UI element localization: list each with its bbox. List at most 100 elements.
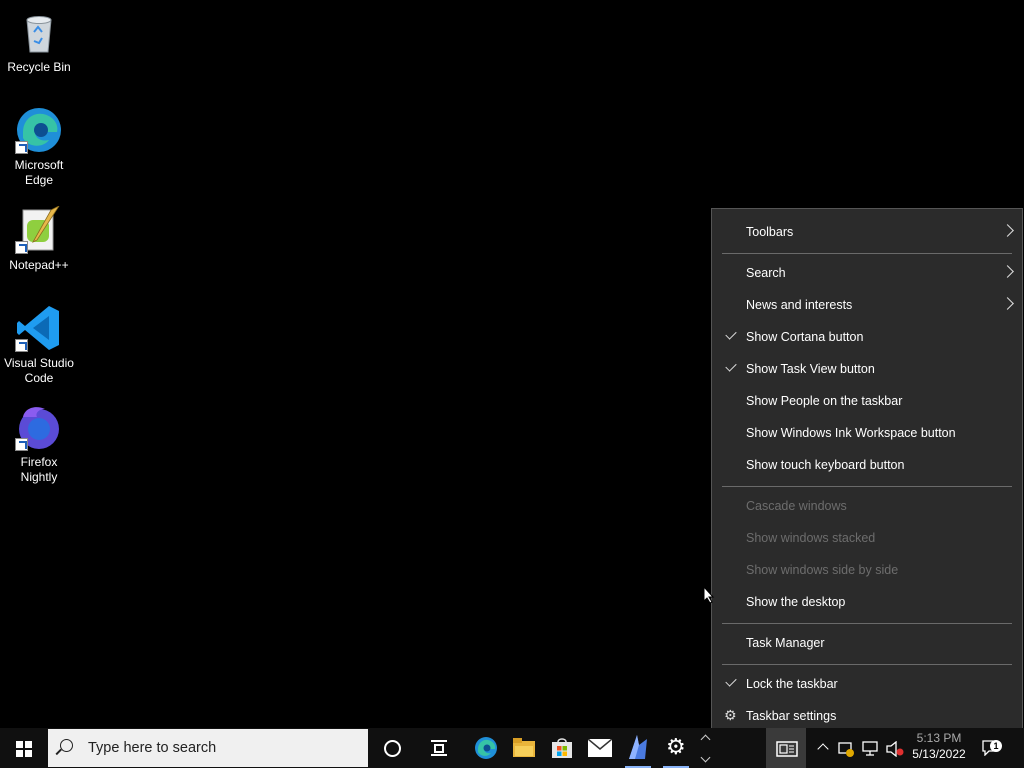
- windows-logo-icon: [16, 741, 32, 757]
- menu-item-show-windows-stacked: Show windows stacked: [712, 523, 1022, 555]
- network-icon: [862, 741, 878, 756]
- desktop-icon-label: Notepad++: [9, 258, 69, 272]
- chevron-up-icon: [817, 743, 829, 755]
- desktop-icon-label: Nightly: [20, 470, 58, 484]
- notepad-plus-plus-icon: [15, 204, 63, 254]
- menu-item-label: Show windows stacked: [746, 531, 876, 545]
- menu-item-label: Show the desktop: [746, 595, 846, 609]
- desktop-icon-visual-studio-code[interactable]: Visual Studio Code: [2, 304, 76, 386]
- menu-item-show-cortana-button[interactable]: Show Cortana button: [712, 322, 1022, 354]
- recycle-bin-icon: [15, 8, 63, 56]
- checkmark-icon: [725, 675, 737, 687]
- settings-icon: ⚙: [666, 734, 686, 759]
- news-icon: [776, 741, 798, 757]
- search-icon: [60, 739, 73, 752]
- desktop-icon-label: Firefox: [20, 455, 58, 469]
- notification-count-badge: 1: [990, 740, 1002, 752]
- menu-item-show-the-desktop[interactable]: Show the desktop: [712, 587, 1022, 619]
- menu-separator: [722, 623, 1012, 624]
- desktop-icon-label: Microsoft: [14, 158, 64, 172]
- menu-item-label: Taskbar settings: [746, 709, 837, 723]
- checkmark-icon: [725, 360, 737, 372]
- menu-item-show-touch-keyboard[interactable]: Show touch keyboard button: [712, 450, 1022, 482]
- task-view-icon: [431, 740, 447, 756]
- menu-item-search[interactable]: Search: [712, 258, 1022, 290]
- menu-separator: [722, 253, 1012, 254]
- microsoft-store-icon: [552, 738, 572, 758]
- taskbar: Type here to search ⚙ 5:13 PM 5/13/2022 …: [0, 728, 1024, 768]
- app-icon: [629, 735, 647, 759]
- shortcut-arrow-icon: [15, 438, 28, 451]
- taskbar-app-file-explorer[interactable]: [505, 728, 543, 768]
- shortcut-arrow-icon: [15, 339, 28, 352]
- menu-item-label: News and interests: [746, 298, 853, 312]
- taskbar-search-box[interactable]: Type here to search: [48, 729, 368, 767]
- taskbar-app-mail[interactable]: [581, 728, 619, 768]
- shortcut-arrow-icon: [15, 141, 28, 154]
- cortana-button[interactable]: [373, 728, 411, 768]
- menu-item-show-windows-side-by-side: Show windows side by side: [712, 555, 1022, 587]
- chevron-up-icon[interactable]: [700, 734, 711, 745]
- menu-separator: [722, 486, 1012, 487]
- menu-item-label: Cascade windows: [746, 499, 847, 513]
- desktop-icon-microsoft-edge[interactable]: Microsoft Edge: [2, 106, 76, 188]
- desktop-icon-firefox-nightly[interactable]: Firefox Nightly: [2, 403, 76, 485]
- chevron-right-icon: [1001, 265, 1014, 278]
- menu-item-label: Show windows side by side: [746, 563, 899, 577]
- menu-item-label: Toolbars: [746, 225, 794, 239]
- taskbar-app-microsoft-store[interactable]: [543, 728, 581, 768]
- chevron-right-icon: [1001, 224, 1014, 237]
- menu-item-task-manager[interactable]: Task Manager: [712, 628, 1022, 660]
- menu-item-label: Lock the taskbar: [746, 677, 838, 691]
- tray-volume-icon[interactable]: [884, 728, 906, 768]
- edge-icon: [15, 106, 63, 154]
- menu-item-label: Task Manager: [746, 636, 825, 650]
- menu-separator: [722, 664, 1012, 665]
- taskbar-scroll-buttons[interactable]: [698, 728, 714, 768]
- shortcut-arrow-icon: [15, 241, 28, 254]
- task-view-button[interactable]: [421, 728, 459, 768]
- desktop-icon-label: Recycle Bin: [7, 60, 71, 74]
- file-explorer-icon: [513, 738, 535, 757]
- desktop-icon-label: Visual Studio: [4, 356, 74, 370]
- menu-item-label: Show Task View button: [746, 362, 875, 376]
- firefox-nightly-icon: [15, 403, 63, 451]
- menu-item-news-and-interests[interactable]: News and interests: [712, 290, 1022, 322]
- taskbar-app-settings[interactable]: ⚙: [657, 728, 695, 768]
- desktop-icon-label: Code: [24, 371, 54, 385]
- checkmark-icon: [725, 328, 737, 340]
- news-and-interests-button[interactable]: [766, 728, 806, 768]
- menu-item-show-ink-workspace[interactable]: Show Windows Ink Workspace button: [712, 418, 1022, 450]
- menu-item-label: Show Cortana button: [746, 330, 864, 344]
- taskbar-app-edge[interactable]: [467, 728, 505, 768]
- menu-item-cascade-windows: Cascade windows: [712, 491, 1022, 523]
- menu-item-show-people[interactable]: Show People on the taskbar: [712, 386, 1022, 418]
- desktop-icon-label: Edge: [24, 173, 54, 187]
- menu-item-label: Show People on the taskbar: [746, 394, 903, 408]
- vscode-icon: [15, 304, 63, 352]
- desktop-icon-recycle-bin[interactable]: Recycle Bin: [2, 8, 76, 75]
- mouse-cursor-icon: [703, 586, 715, 604]
- cortana-icon: [384, 740, 401, 757]
- chevron-right-icon: [1001, 297, 1014, 310]
- chevron-down-icon[interactable]: [700, 752, 711, 763]
- taskbar-clock[interactable]: 5:13 PM 5/13/2022: [906, 728, 972, 768]
- edge-icon: [475, 737, 497, 759]
- start-button[interactable]: [0, 728, 48, 768]
- defender-warning-icon: [838, 742, 854, 757]
- menu-item-toolbars[interactable]: Toolbars: [712, 217, 1022, 249]
- desktop-icon-notepad-plus-plus[interactable]: Notepad++: [2, 204, 76, 273]
- menu-item-label: Show touch keyboard button: [746, 458, 905, 472]
- menu-item-label: Search: [746, 266, 786, 280]
- show-hidden-icons-button[interactable]: [814, 728, 832, 768]
- gear-icon: ⚙: [724, 707, 737, 723]
- clock-time: 5:13 PM: [916, 731, 962, 742]
- menu-item-label: Show Windows Ink Workspace button: [746, 426, 956, 440]
- taskbar-context-menu: Toolbars Search News and interests Show …: [711, 208, 1023, 739]
- taskbar-app-running[interactable]: [619, 728, 657, 768]
- menu-item-show-task-view-button[interactable]: Show Task View button: [712, 354, 1022, 386]
- clock-date: 5/13/2022: [912, 747, 966, 761]
- menu-item-lock-the-taskbar[interactable]: Lock the taskbar: [712, 669, 1022, 701]
- tray-security-icon[interactable]: [836, 728, 856, 768]
- tray-network-icon[interactable]: [860, 728, 882, 768]
